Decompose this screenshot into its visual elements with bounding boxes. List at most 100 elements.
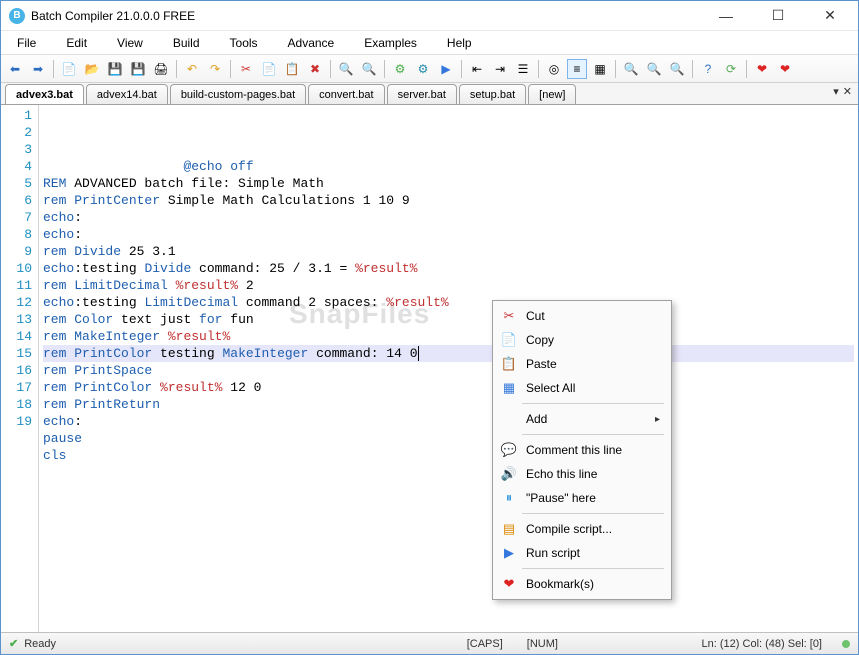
tab-close-button[interactable]: ✕ <box>843 85 852 98</box>
zoom-out-button[interactable]: 🔍 <box>621 59 641 79</box>
menu-file[interactable]: File <box>11 34 42 52</box>
code-line[interactable]: rem LimitDecimal %result% 2 <box>43 277 854 294</box>
code-line[interactable]: cls <box>43 447 854 464</box>
context-item-icon: 💬 <box>500 442 518 458</box>
code-line[interactable]: echo:testing Divide command: 25 / 3.1 = … <box>43 260 854 277</box>
menu-edit[interactable]: Edit <box>60 34 93 52</box>
code-line[interactable]: rem Divide 25 3.1 <box>43 243 854 260</box>
context-copy[interactable]: 📄Copy <box>496 328 668 352</box>
menu-help[interactable]: Help <box>441 34 478 52</box>
minimize-button[interactable]: — <box>706 4 746 28</box>
zoom-in-button[interactable]: 🔍 <box>644 59 664 79</box>
separator <box>461 60 462 78</box>
context-separator <box>522 403 664 404</box>
find-button[interactable]: 🔍 <box>336 59 356 79</box>
print-button[interactable]: 🖨 <box>151 59 171 79</box>
maximize-button[interactable]: ☐ <box>758 4 798 28</box>
cut-button[interactable]: ✂ <box>236 59 256 79</box>
code-line[interactable]: rem PrintCenter Simple Math Calculations… <box>43 192 854 209</box>
replace-button[interactable]: 🔍 <box>359 59 379 79</box>
context-add[interactable]: Add▸ <box>496 407 668 431</box>
line-number: 14 <box>3 328 32 345</box>
tab-setup-bat[interactable]: setup.bat <box>459 84 526 104</box>
tab-advex3-bat[interactable]: advex3.bat <box>5 84 84 104</box>
save-all-button[interactable]: 💾 <box>128 59 148 79</box>
line-number: 2 <box>3 124 32 141</box>
code-line[interactable]: rem PrintColor %result% 12 0 <box>43 379 854 396</box>
grid-button[interactable]: ▦ <box>590 59 610 79</box>
line-number: 8 <box>3 226 32 243</box>
tab--new-[interactable]: [new] <box>528 84 576 104</box>
zoom-reset-button[interactable]: 🔍 <box>667 59 687 79</box>
line-number: 3 <box>3 141 32 158</box>
list-button[interactable]: ☰ <box>513 59 533 79</box>
context-separator <box>522 568 664 569</box>
code-line[interactable]: REM ADVANCED batch file: Simple Math <box>43 175 854 192</box>
context-echo-this-line[interactable]: 🔊Echo this line <box>496 462 668 486</box>
context-comment-this-line[interactable]: 💬Comment this line <box>496 438 668 462</box>
context-cut[interactable]: ✂Cut <box>496 304 668 328</box>
line-number: 12 <box>3 294 32 311</box>
code-line[interactable]: rem Color text just for fun <box>43 311 854 328</box>
target-button[interactable]: ◎ <box>544 59 564 79</box>
code-line[interactable]: pause <box>43 430 854 447</box>
save-button[interactable]: 💾 <box>105 59 125 79</box>
tab-build-custom-pages-bat[interactable]: build-custom-pages.bat <box>170 84 306 104</box>
code-line[interactable]: rem PrintReturn <box>43 396 854 413</box>
line-number: 18 <box>3 396 32 413</box>
menu-build[interactable]: Build <box>167 34 206 52</box>
nav-forward-button[interactable]: ➡ <box>28 59 48 79</box>
tab-controls: ▾ ✕ <box>833 85 852 98</box>
code-line[interactable]: echo: <box>43 413 854 430</box>
delete-button[interactable]: ✖ <box>305 59 325 79</box>
build-button[interactable]: ⚙ <box>390 59 410 79</box>
context-run-script[interactable]: ▶Run script <box>496 541 668 565</box>
menu-view[interactable]: View <box>111 34 149 52</box>
update-button[interactable]: ⟳ <box>721 59 741 79</box>
tab-dropdown-button[interactable]: ▾ <box>833 85 839 98</box>
code-line[interactable] <box>43 464 854 481</box>
app-icon: B <box>9 8 25 24</box>
run-button[interactable]: ▶ <box>436 59 456 79</box>
context-compile-script---[interactable]: ▤Compile script... <box>496 517 668 541</box>
code-line[interactable]: echo:testing LimitDecimal command 2 spac… <box>43 294 854 311</box>
menu-advance[interactable]: Advance <box>282 34 341 52</box>
tab-convert-bat[interactable]: convert.bat <box>308 84 384 104</box>
nav-back-button[interactable]: ⬅ <box>5 59 25 79</box>
tab-server-bat[interactable]: server.bat <box>387 84 457 104</box>
separator <box>176 60 177 78</box>
code-line[interactable]: echo: <box>43 226 854 243</box>
menu-tools[interactable]: Tools <box>224 34 264 52</box>
menu-examples[interactable]: Examples <box>358 34 423 52</box>
context-select-all[interactable]: ▦Select All <box>496 376 668 400</box>
separator <box>330 60 331 78</box>
context--pause--here[interactable]: ⏸"Pause" here <box>496 486 668 510</box>
bookmark-button[interactable]: ❤ <box>752 59 772 79</box>
code-area[interactable]: SnapFiles @echo offREM ADVANCED batch fi… <box>39 105 858 632</box>
context-item-icon: ✂ <box>500 308 518 324</box>
context-item-icon: 📋 <box>500 356 518 372</box>
redo-button[interactable]: ↷ <box>205 59 225 79</box>
code-line[interactable]: rem PrintColor testing MakeInteger comma… <box>43 345 854 362</box>
code-editor[interactable]: 12345678910111213141516171819 SnapFiles … <box>1 105 858 632</box>
code-line[interactable]: @echo off <box>43 158 854 175</box>
code-line[interactable]: echo: <box>43 209 854 226</box>
undo-button[interactable]: ↶ <box>182 59 202 79</box>
new-file-button[interactable]: 📄 <box>59 59 79 79</box>
open-file-button[interactable]: 📂 <box>82 59 102 79</box>
compile-button[interactable]: ⚙ <box>413 59 433 79</box>
paste-button[interactable]: 📋 <box>282 59 302 79</box>
close-button[interactable]: ✕ <box>810 4 850 28</box>
code-line[interactable]: rem MakeInteger %result% <box>43 328 854 345</box>
context-bookmark-s-[interactable]: ❤Bookmark(s) <box>496 572 668 596</box>
wordwrap-button[interactable]: ≡ <box>567 59 587 79</box>
context-separator <box>522 513 664 514</box>
context-paste[interactable]: 📋Paste <box>496 352 668 376</box>
tab-advex14-bat[interactable]: advex14.bat <box>86 84 168 104</box>
copy-button[interactable]: 📄 <box>259 59 279 79</box>
indent-right-button[interactable]: ⇥ <box>490 59 510 79</box>
help-button[interactable]: ? <box>698 59 718 79</box>
bookmark-list-button[interactable]: ❤ <box>775 59 795 79</box>
code-line[interactable]: rem PrintSpace <box>43 362 854 379</box>
indent-left-button[interactable]: ⇤ <box>467 59 487 79</box>
